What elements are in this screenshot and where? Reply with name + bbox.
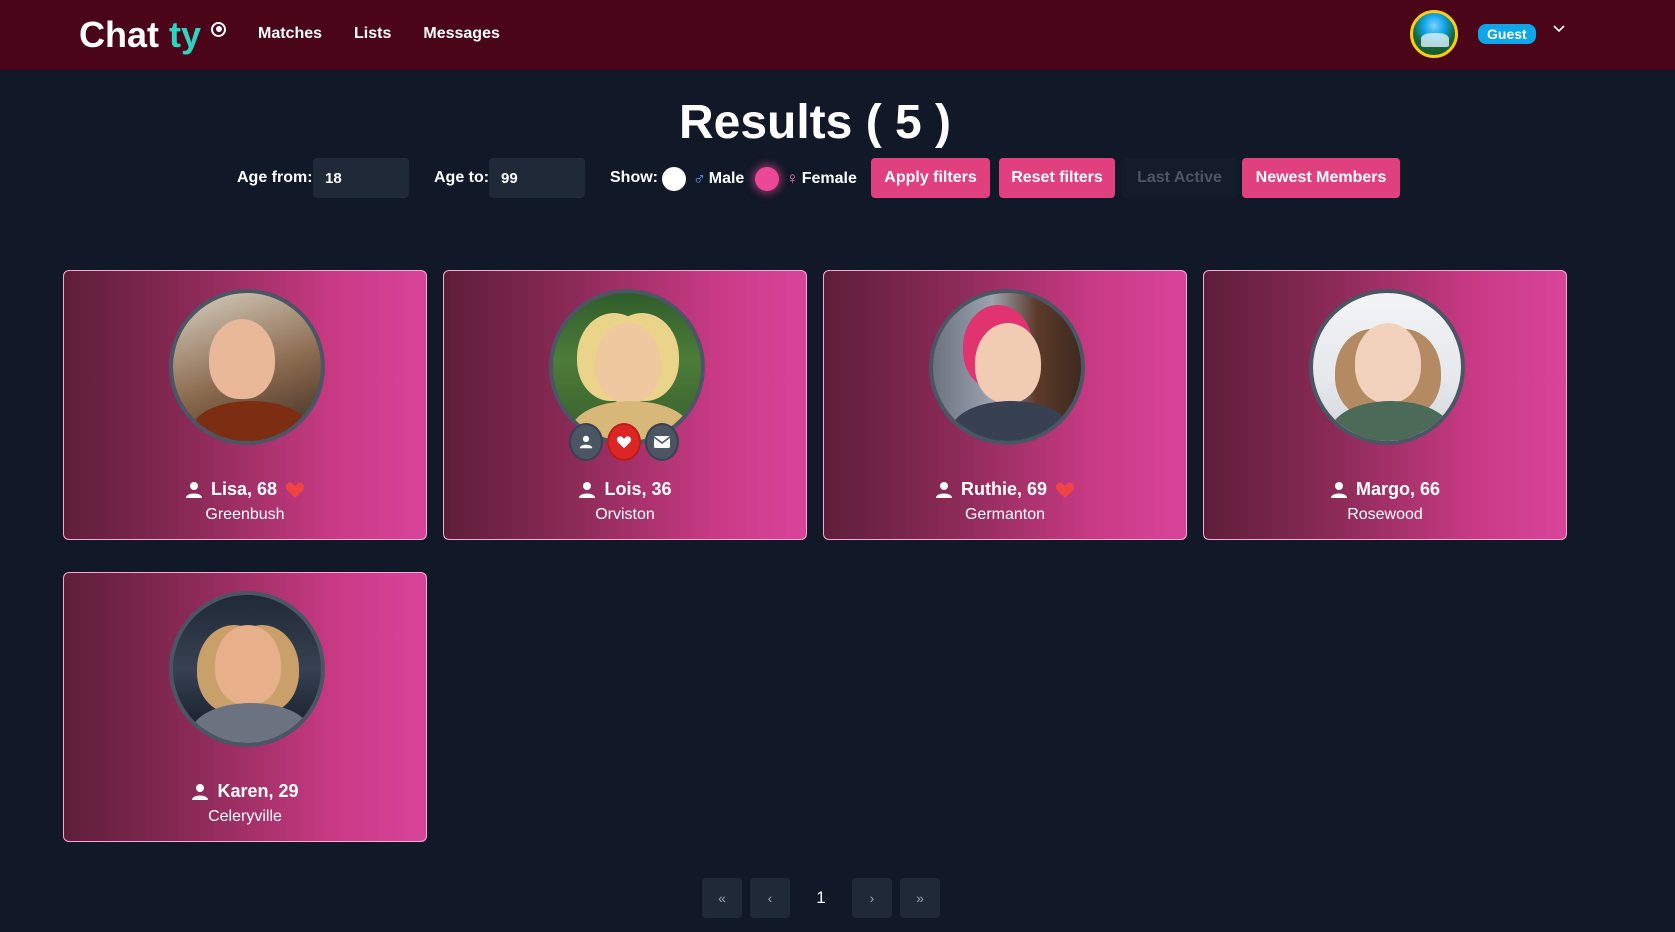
- brand-ring-icon: [211, 21, 227, 37]
- female-option[interactable]: ♀ Female: [786, 169, 857, 189]
- reset-filters-button[interactable]: Reset filters: [999, 158, 1115, 198]
- member-photo: [929, 289, 1085, 445]
- member-name: Ruthie, 69: [960, 479, 1048, 499]
- nav-link-lists[interactable]: Lists: [354, 25, 391, 43]
- top-navbar: Chat ty Matches Lists Messages Guest: [0, 0, 1675, 70]
- nav-link-matches[interactable]: Matches: [258, 25, 322, 43]
- member-name-row: Lois, 36: [444, 479, 806, 500]
- member-name-row: Karen, 29: [64, 781, 426, 802]
- member-photo: [549, 289, 705, 445]
- male-radio[interactable]: [662, 167, 686, 191]
- user-icon: [579, 481, 596, 498]
- member-name: Margo, 66: [1355, 479, 1441, 499]
- heart-icon[interactable]: [1055, 481, 1075, 499]
- user-avatar[interactable]: [1410, 10, 1458, 58]
- last-active-button[interactable]: Last Active: [1122, 158, 1237, 198]
- member-city: Greenbush: [205, 506, 285, 523]
- next-page-button[interactable]: ›: [852, 878, 892, 918]
- member-name: Lois, 36: [604, 479, 672, 499]
- member-city: Germanton: [964, 506, 1046, 523]
- male-symbol-icon: ♂: [693, 169, 706, 188]
- member-name: Lisa, 68: [210, 479, 278, 499]
- female-radio[interactable]: [755, 167, 779, 191]
- age-to-label: Age to:: [434, 169, 490, 186]
- apply-filters-button[interactable]: Apply filters: [871, 158, 990, 198]
- user-icon: [579, 435, 593, 449]
- user-role-badge: Guest: [1478, 24, 1536, 44]
- brand-text-chat: Chat: [79, 14, 159, 55]
- member-photo: [1309, 289, 1465, 445]
- age-from-input[interactable]: [313, 158, 409, 198]
- message-button[interactable]: [645, 423, 679, 461]
- member-card[interactable]: Ruthie, 69 Germanton: [823, 270, 1187, 540]
- pagination: « ‹ 1 › »: [702, 878, 940, 918]
- nav-links: Matches Lists Messages: [258, 25, 500, 43]
- chevron-down-icon[interactable]: [1551, 20, 1567, 36]
- member-card[interactable]: Lisa, 68 Greenbush: [63, 270, 427, 540]
- envelope-icon: [654, 436, 670, 448]
- member-name-row: Ruthie, 69: [824, 479, 1186, 500]
- prev-page-button[interactable]: ‹: [750, 878, 790, 918]
- user-icon: [185, 481, 202, 498]
- member-photo: [169, 289, 325, 445]
- member-name-row: Lisa, 68: [64, 479, 426, 500]
- brand-text-ty: ty: [169, 14, 202, 55]
- current-page[interactable]: 1: [798, 878, 844, 918]
- heart-icon: [616, 436, 632, 449]
- member-city: Orviston: [595, 506, 655, 523]
- nav-link-messages[interactable]: Messages: [423, 25, 500, 43]
- member-city: Celeryville: [208, 808, 282, 825]
- member-photo: [169, 591, 325, 747]
- male-option[interactable]: ♂ Male: [693, 169, 744, 189]
- filter-bar: Age from: Age to: Show: ♂ Male ♀ Female …: [237, 158, 1437, 198]
- page-title: Results ( 5 ): [678, 96, 952, 149]
- member-name-row: Margo, 66: [1204, 479, 1566, 500]
- like-button[interactable]: [607, 423, 641, 461]
- female-label: Female: [801, 170, 857, 187]
- brand-logo[interactable]: Chat ty: [79, 14, 227, 56]
- female-symbol-icon: ♀: [786, 169, 799, 188]
- member-city: Rosewood: [1347, 506, 1423, 523]
- view-profile-button[interactable]: [569, 423, 603, 461]
- heart-icon[interactable]: [285, 481, 305, 499]
- age-from-label: Age from:: [237, 169, 313, 186]
- age-to-input[interactable]: [489, 158, 585, 198]
- newest-members-button[interactable]: Newest Members: [1242, 158, 1400, 198]
- member-name: Karen, 29: [217, 781, 299, 801]
- user-icon: [935, 481, 952, 498]
- show-label: Show:: [610, 169, 658, 186]
- first-page-button[interactable]: «: [702, 878, 742, 918]
- member-card[interactable]: Karen, 29 Celeryville: [63, 572, 427, 842]
- member-actions: [569, 423, 679, 461]
- member-card[interactable]: Lois, 36 Orviston: [443, 270, 807, 540]
- male-label: Male: [708, 170, 745, 187]
- user-icon: [192, 783, 209, 800]
- user-icon: [1330, 481, 1347, 498]
- last-page-button[interactable]: »: [900, 878, 940, 918]
- member-card[interactable]: Margo, 66 Rosewood: [1203, 270, 1567, 540]
